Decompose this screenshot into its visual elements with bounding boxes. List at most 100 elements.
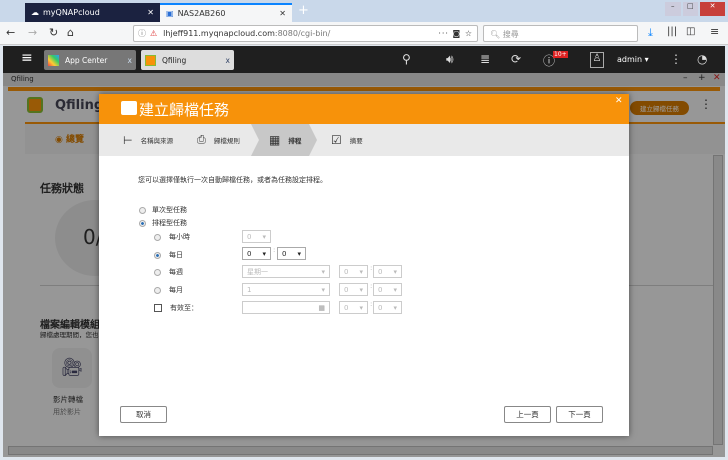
weekly-hour-select[interactable]: 0 ▾ bbox=[339, 265, 368, 278]
new-tab-button[interactable]: + bbox=[298, 3, 309, 18]
cancel-button[interactable]: 取消 bbox=[120, 406, 167, 423]
step-schedule[interactable]: ▦ 排程 bbox=[269, 124, 301, 156]
radio-icon bbox=[154, 233, 161, 241]
radio-icon bbox=[154, 286, 161, 294]
time-separator: : bbox=[370, 264, 373, 272]
more-icon[interactable]: ⋮ bbox=[670, 52, 682, 66]
dialog-header: 建立歸檔任務 bbox=[99, 94, 629, 124]
forward-button[interactable]: → bbox=[28, 26, 37, 39]
monthly-day-select[interactable]: 1 ▾ bbox=[242, 283, 330, 296]
cloud-icon: ☁ bbox=[31, 8, 39, 17]
weekly-minute-select[interactable]: 0 ▾ bbox=[373, 265, 402, 278]
search-icon: 🔍︎ bbox=[490, 30, 503, 39]
radio-scheduled[interactable]: 排程型任務 bbox=[139, 218, 187, 228]
app-center-icon bbox=[48, 54, 59, 66]
time-separator: : bbox=[370, 300, 373, 308]
intro-text: 您可以選擇僅執行一次自動歸檔任務，或者為任務設定排程。 bbox=[138, 176, 327, 184]
library-icon[interactable]: ||| bbox=[667, 26, 677, 37]
valid-until-checkbox[interactable]: 有效至： bbox=[154, 303, 198, 313]
valid-until-hour-select[interactable]: 0 ▾ bbox=[339, 301, 368, 314]
chevron-down-icon: ▾ bbox=[321, 285, 325, 294]
radio-monthly[interactable]: 每月 bbox=[154, 285, 183, 295]
previous-button[interactable]: 上一頁 bbox=[504, 406, 551, 423]
reload-button[interactable]: ↻ bbox=[49, 26, 58, 39]
close-tab-icon[interactable]: ✕ bbox=[279, 9, 286, 18]
create-task-dialog: 建立歸檔任務 ✕ ⊢ 名稱與來源 ⎙ 歸檔規則 ▦ 排程 ☑ 摘要 您可以選擇僅執行一次… bbox=[99, 94, 629, 436]
time-separator: : bbox=[273, 246, 276, 254]
menu-icon[interactable]: ≡ bbox=[710, 25, 719, 38]
radio-once[interactable]: 單次型任務 bbox=[139, 205, 187, 215]
next-button[interactable]: 下一頁 bbox=[556, 406, 603, 423]
dialog-title: 建立歸檔任務 bbox=[139, 100, 230, 119]
volume-icon[interactable]: 🔊︎ bbox=[446, 52, 454, 67]
tasks-icon[interactable]: ≣ bbox=[480, 52, 490, 66]
user-icon[interactable]: ♙ bbox=[590, 52, 604, 68]
checkbox-icon bbox=[154, 304, 162, 312]
chevron-down-icon: ▾ bbox=[393, 303, 397, 312]
page-actions-icon[interactable]: ··· ◙ ☆ bbox=[438, 29, 473, 38]
chevron-down-icon: ▾ bbox=[359, 303, 363, 312]
wizard-steps: ⊢ 名稱與來源 ⎙ 歸檔規則 ▦ 排程 ☑ 摘要 bbox=[99, 124, 629, 156]
step-summary[interactable]: ☑ 摘要 bbox=[331, 124, 363, 156]
chevron-down-icon: ▾ bbox=[359, 285, 363, 294]
chevron-down-icon: ▾ bbox=[262, 249, 266, 258]
radio-checked-icon bbox=[139, 219, 146, 227]
insecure-icon: ⚠ bbox=[150, 29, 158, 38]
search-icon[interactable]: ⚲ bbox=[402, 52, 411, 66]
radio-weekly[interactable]: 每週 bbox=[154, 267, 183, 277]
radio-hourly[interactable]: 每小時 bbox=[154, 232, 190, 242]
main-menu-icon[interactable]: ≡ bbox=[21, 50, 33, 66]
chevron-down-icon: ▾ bbox=[321, 267, 325, 276]
close-window-button[interactable]: ✕ bbox=[700, 2, 726, 16]
sidebar-icon[interactable]: ◫ bbox=[686, 26, 695, 37]
browser-tab-nas[interactable]: ▣ NAS2AB260 ✕ bbox=[160, 3, 292, 22]
app-tab-appcenter[interactable]: App Center x bbox=[44, 50, 136, 70]
daily-minute-select[interactable]: 0 ▾ bbox=[277, 247, 306, 260]
checklist-icon: ☑ bbox=[331, 133, 342, 147]
daily-hour-select[interactable]: 0 ▾ bbox=[242, 247, 271, 260]
browser-tab-bar: ☁ myQNAPcloud ✕ ▣ NAS2AB260 ✕ + – □ ✕ bbox=[0, 0, 728, 22]
search-input[interactable]: 🔍︎ 搜尋 bbox=[483, 25, 638, 42]
browser-tab-myqnapcloud[interactable]: ☁ myQNAPcloud ✕ bbox=[25, 3, 160, 22]
chevron-down-icon: ▾ bbox=[359, 267, 363, 276]
info-icon: ⓘ bbox=[138, 29, 146, 38]
radio-checked-icon bbox=[154, 251, 161, 259]
time-separator: : bbox=[370, 282, 373, 290]
minimize-button[interactable]: – bbox=[665, 2, 681, 16]
nas-icon: ▣ bbox=[166, 9, 174, 18]
dashboard-icon[interactable]: ◔ bbox=[697, 52, 707, 66]
chevron-down-icon: ▾ bbox=[262, 232, 266, 241]
calendar-icon: ▦ bbox=[269, 133, 281, 147]
close-app-icon[interactable]: x bbox=[128, 56, 132, 65]
step-name-source[interactable]: ⊢ 名稱與來源 bbox=[123, 124, 173, 156]
radio-icon bbox=[139, 206, 146, 214]
window-controls: – □ ✕ bbox=[665, 2, 726, 16]
archive-rule-icon: ⎙ bbox=[197, 133, 206, 146]
monthly-minute-select[interactable]: 0 ▾ bbox=[373, 283, 402, 296]
archive-box-icon bbox=[121, 101, 137, 115]
sync-icon[interactable]: ⟳ bbox=[511, 52, 521, 66]
step-rules[interactable]: ⎙ 歸檔規則 bbox=[197, 124, 240, 156]
back-button[interactable]: ← bbox=[6, 26, 15, 39]
notification-badge: 10+ bbox=[553, 51, 568, 58]
radio-daily[interactable]: 每日 bbox=[154, 250, 183, 260]
valid-until-date-input[interactable]: ▦ bbox=[242, 301, 330, 314]
url-bar[interactable]: ⓘ ⚠ lhjeff911.myqnapcloud.com:8080/cgi-bin… bbox=[133, 25, 478, 42]
home-icon[interactable]: ⌂ bbox=[67, 26, 74, 39]
monthly-hour-select[interactable]: 0 ▾ bbox=[339, 283, 368, 296]
weekly-day-select[interactable]: 星期一 ▾ bbox=[242, 265, 330, 278]
qfiling-icon bbox=[145, 54, 156, 66]
calendar-icon[interactable]: ▦ bbox=[318, 304, 325, 312]
close-dialog-button[interactable]: ✕ bbox=[615, 96, 623, 106]
close-app-icon[interactable]: x bbox=[226, 56, 230, 65]
app-tab-qfiling[interactable]: Qfiling x bbox=[141, 50, 234, 70]
hourly-minute-select[interactable]: 0 ▾ bbox=[242, 230, 271, 243]
chevron-down-icon: ▾ bbox=[393, 285, 397, 294]
close-tab-icon[interactable]: ✕ bbox=[147, 8, 154, 17]
maximize-button[interactable]: □ bbox=[682, 2, 699, 16]
user-menu[interactable]: admin ▾ bbox=[617, 55, 649, 64]
download-icon[interactable]: ⤓ bbox=[648, 26, 653, 40]
tree-icon: ⊢ bbox=[123, 133, 133, 147]
chevron-down-icon: ▾ bbox=[393, 267, 397, 276]
valid-until-minute-select[interactable]: 0 ▾ bbox=[373, 301, 402, 314]
